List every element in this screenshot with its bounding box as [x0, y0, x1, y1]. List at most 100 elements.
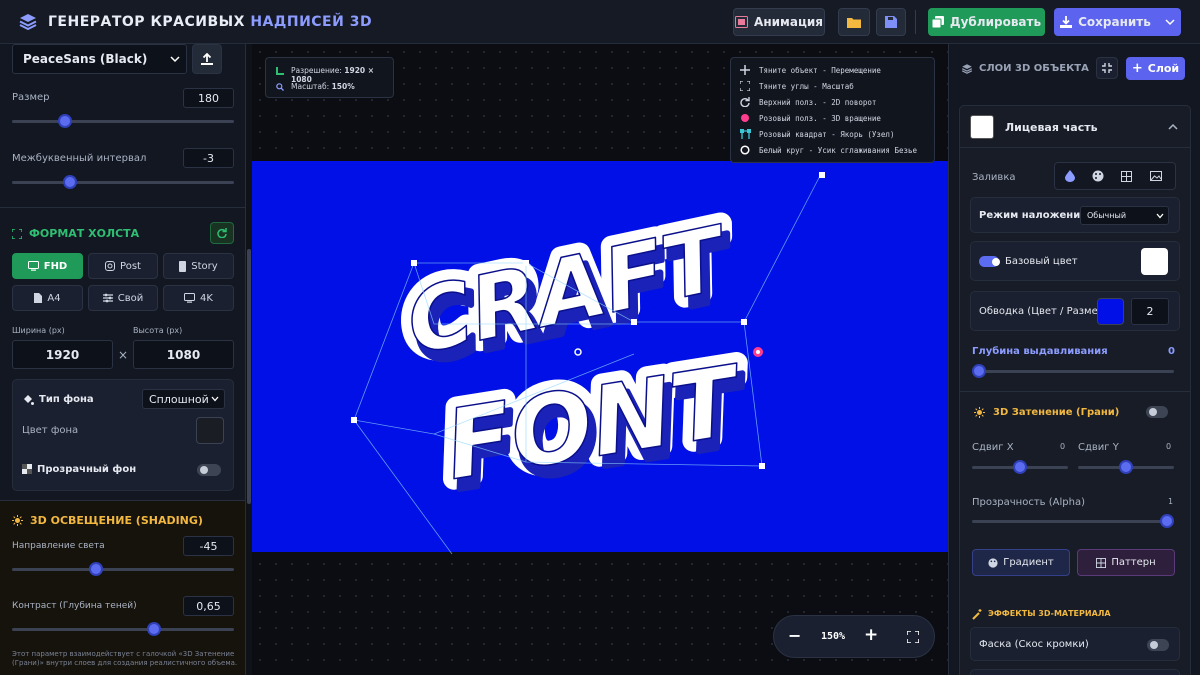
lighting-title-text: 3D ОСВЕЩЕНИЕ (SHADING)	[30, 514, 203, 527]
shift-y-knob[interactable]	[1119, 460, 1133, 474]
corner-handle[interactable]	[351, 417, 357, 423]
ruler-corner-icon	[276, 67, 284, 75]
format-post-label: Post	[120, 260, 141, 272]
format-4k-button[interactable]: 4K	[163, 285, 234, 311]
corner-handle[interactable]	[411, 260, 417, 266]
save-file-button[interactable]	[876, 8, 906, 36]
depth-label: Глубина выдавливания	[972, 346, 1108, 357]
duplicate-label: Дублировать	[949, 15, 1042, 29]
phone-icon	[179, 260, 187, 272]
upload-font-button[interactable]	[192, 44, 222, 74]
instagram-icon	[105, 261, 116, 271]
light-direction-label: Направление света	[12, 541, 105, 551]
size-slider[interactable]	[12, 114, 234, 128]
blend-row: Режим наложения Обычный	[970, 197, 1180, 233]
hint-text-1: Этот параметр взаимодействует с галочкой…	[12, 650, 235, 658]
corner-handle[interactable]	[819, 172, 825, 178]
corner-handle[interactable]	[759, 463, 765, 469]
size-input[interactable]: 180	[183, 88, 234, 108]
light-direction-slider[interactable]	[12, 562, 234, 576]
alpha-label: Прозрачность (Alpha)	[972, 497, 1085, 508]
open-file-button[interactable]	[838, 8, 870, 36]
layer-header[interactable]: Лицевая часть	[960, 106, 1190, 148]
corner-handle[interactable]	[523, 260, 529, 266]
shift-x-knob[interactable]	[1013, 460, 1027, 474]
zoom-out-button[interactable]: −	[788, 626, 801, 645]
grid-icon[interactable]	[1121, 171, 1132, 182]
bg-color-swatch[interactable]	[196, 417, 224, 444]
shift-x-slider[interactable]	[972, 460, 1068, 474]
3d-rotate-handle-center	[756, 350, 760, 354]
chevron-up-icon[interactable]	[1168, 123, 1178, 131]
blend-value: Обычный	[1087, 211, 1127, 220]
corner-handle[interactable]	[741, 319, 747, 325]
font-select[interactable]: PeaceSans (Black)	[12, 44, 187, 74]
size-slider-knob[interactable]	[58, 114, 73, 128]
depth-slider[interactable]	[972, 364, 1174, 378]
stroke-color-swatch[interactable]	[1097, 298, 1124, 325]
light-direction-input[interactable]: -45	[183, 536, 234, 556]
spacing-slider[interactable]	[12, 175, 234, 189]
app-title-main: ГЕНЕРАТОР КРАСИВЫХ	[48, 13, 245, 30]
tip-rotate: Верхний полз. - 2D поворот	[759, 98, 877, 107]
format-4k-label: 4K	[200, 292, 213, 304]
format-a4-label: A4	[47, 292, 61, 304]
contrast-input[interactable]: 0,65	[183, 596, 234, 616]
stroke-size-input[interactable]: 2	[1131, 298, 1169, 325]
rotate-handle[interactable]	[574, 244, 582, 252]
base-color-swatch[interactable]	[1141, 248, 1168, 275]
collapse-layers-button[interactable]	[1096, 57, 1118, 79]
base-color-toggle[interactable]	[979, 256, 1000, 267]
shift-y-slider[interactable]	[1078, 460, 1174, 474]
shading-toggle[interactable]	[1146, 406, 1168, 418]
duplicate-button[interactable]: Дублировать	[928, 8, 1045, 36]
palette-icon[interactable]	[1092, 170, 1104, 182]
save-button[interactable]: Сохранить	[1054, 8, 1181, 36]
effects-title: ЭФФЕКТЫ 3D-МАТЕРИАЛА	[988, 609, 1111, 618]
contrast-label: Контраст (Глубина теней)	[12, 601, 137, 611]
reset-format-button[interactable]	[210, 222, 234, 244]
resolution-label-text: Разрешение:	[291, 66, 342, 75]
canvas-area[interactable]: CRAFT CRAFT CRAFT FONT FONT FONT Разреше…	[252, 44, 948, 675]
transparent-toggle[interactable]	[197, 464, 221, 476]
animation-label: Анимация	[754, 15, 823, 29]
spacing-slider-knob[interactable]	[62, 175, 77, 189]
blend-label: Режим наложения	[979, 210, 1087, 221]
alpha-value: 1	[1168, 497, 1174, 506]
format-a4-button[interactable]: A4	[12, 285, 83, 311]
alpha-knob[interactable]	[1160, 514, 1174, 528]
zoom-value: 150%	[821, 631, 846, 642]
lighting-title: 3D ОСВЕЩЕНИЕ (SHADING)	[12, 514, 203, 527]
gradient-button[interactable]: Градиент	[972, 549, 1070, 576]
chevron-down-icon	[1156, 213, 1164, 218]
left-scrollbar-thumb[interactable]	[247, 249, 251, 504]
app-root: ГЕНЕРАТОР КРАСИВЫХ НАДПИСЕЙ 3D Анимация …	[0, 0, 1200, 675]
format-story-button[interactable]: Story	[163, 253, 234, 279]
app-title-accent: НАДПИСЕЙ 3D	[250, 13, 373, 30]
image-icon[interactable]	[1150, 171, 1162, 181]
bevel-toggle[interactable]	[1147, 639, 1169, 651]
add-layer-button[interactable]: + Слой	[1126, 57, 1185, 80]
format-custom-button[interactable]: Свой	[88, 285, 158, 311]
corner-handle[interactable]	[631, 319, 637, 325]
spacing-input[interactable]: -3	[183, 148, 234, 168]
tip-3d-rotate: Розовый полз. - 3D вращение	[759, 114, 881, 123]
fullscreen-icon[interactable]	[907, 631, 919, 643]
droplet-icon[interactable]	[1065, 170, 1075, 182]
format-post-button[interactable]: Post	[88, 253, 158, 279]
width-input[interactable]: 1920	[12, 340, 113, 369]
tips-overlay: Тяните объект - Перемещение Тяните углы …	[730, 57, 935, 163]
bg-type-select[interactable]: Сплошной	[142, 389, 225, 409]
animation-button[interactable]: Анимация	[733, 8, 825, 36]
alpha-slider[interactable]	[972, 514, 1174, 528]
pattern-button[interactable]: Паттерн	[1077, 549, 1175, 576]
depth-knob[interactable]	[972, 364, 986, 378]
monitor-icon	[184, 293, 196, 303]
height-input[interactable]: 1080	[133, 340, 234, 369]
contrast-slider[interactable]	[12, 622, 234, 636]
blend-select[interactable]: Обычный	[1080, 206, 1169, 225]
contrast-knob[interactable]	[147, 622, 162, 636]
zoom-in-button[interactable]: +	[864, 625, 878, 645]
compress-icon	[1102, 63, 1112, 73]
format-fhd-button[interactable]: FHD	[12, 253, 83, 279]
